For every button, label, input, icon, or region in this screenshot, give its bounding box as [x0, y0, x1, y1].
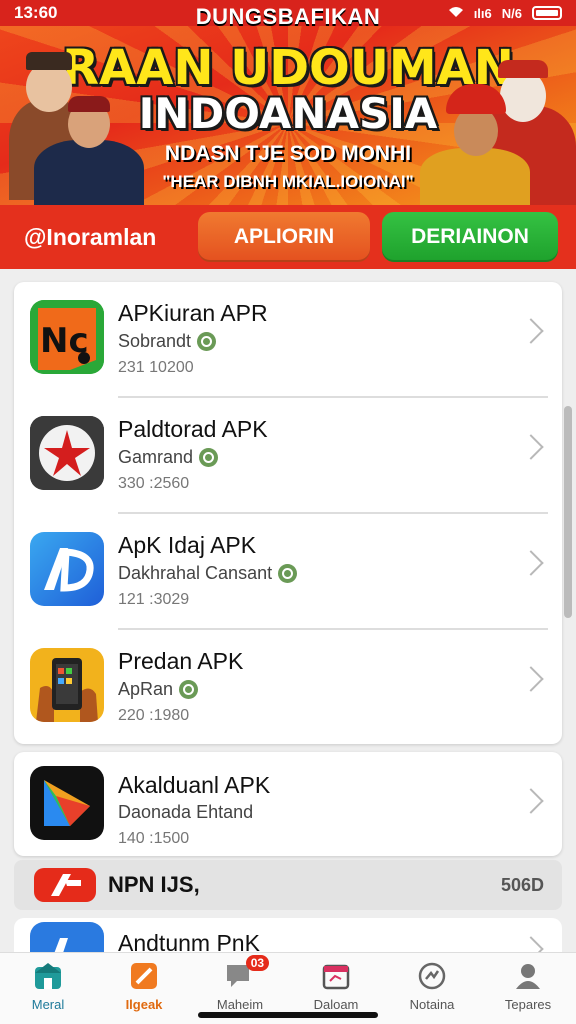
calendar-icon	[321, 961, 351, 991]
nav-label: Tepares	[504, 997, 552, 1012]
home-icon	[33, 961, 63, 991]
app-name: Akalduanl APK	[118, 772, 271, 798]
verified-icon	[199, 448, 219, 467]
app-list: Nc APKiuran APR Sobrandt 231 10200 Paldt…	[14, 282, 562, 744]
nc-logo-icon: Nc	[30, 300, 104, 374]
section-header[interactable]: NPN IJS, 506D	[14, 860, 562, 910]
app-developer: Daonada Ehtand	[118, 802, 253, 823]
verified-icon	[278, 564, 298, 583]
app-download-count: 220 :1980	[118, 707, 190, 724]
list-item[interactable]: Nc APKiuran APR Sobrandt 231 10200	[14, 282, 562, 398]
app-list-card-2: Akalduanl APK Daonada Ehtand 140 :1500	[14, 752, 562, 856]
notification-badge: 03	[245, 955, 270, 971]
nav-label: Daloam	[313, 997, 359, 1012]
scrollbar[interactable]	[564, 406, 572, 618]
chevron-right-icon	[518, 550, 544, 576]
brand-handle[interactable]: @Inoramlan	[10, 224, 186, 251]
app-developer: Dakhrahal Cansant	[118, 563, 298, 584]
developer-name: Gamrand	[118, 447, 194, 467]
banner-top-text: DUNGSBAFIKAN	[195, 4, 381, 29]
phone-hand-icon	[30, 648, 104, 722]
nav-label: Ilgeak	[125, 997, 163, 1012]
list-item[interactable]: Paldtorad APK Gamrand 330 :2560	[14, 398, 562, 514]
figure-right-2	[420, 84, 530, 205]
app-developer: Sobrandt	[118, 331, 217, 352]
tab-aplication-button[interactable]: APLIORIN	[198, 212, 370, 262]
app-developer: ApRan	[118, 679, 199, 700]
ab-logo-icon	[30, 532, 104, 606]
triangle-logo-icon	[30, 766, 104, 840]
developer-name: Daonada Ehtand	[118, 802, 254, 822]
app-name: Predan APK	[118, 648, 244, 674]
app-name: APKiuran APR	[118, 300, 268, 326]
section-right-value: 506D	[500, 874, 544, 895]
developer-name: Sobrandt	[118, 331, 192, 351]
list-item[interactable]: ApK Idaj APK Dakhrahal Cansant 121 :3029	[14, 514, 562, 630]
figure-left-2	[34, 96, 144, 205]
app-download-count: 231 10200	[118, 359, 194, 376]
tab-download-button[interactable]: DERIAINON	[382, 212, 558, 262]
promo-banner[interactable]: DUNGSBAFIKAN RAAN UDOUMAN INDOANASIA NDA…	[0, 0, 576, 205]
nav-item-activity[interactable]: Notaina	[384, 953, 480, 1024]
developer-name: ApRan	[118, 679, 174, 699]
profile-icon	[513, 961, 543, 991]
red-star-icon	[30, 416, 104, 490]
developer-name: Dakhrahal Cansant	[118, 563, 273, 583]
section-logo-icon	[34, 868, 96, 902]
app-developer: Gamrand	[118, 447, 219, 468]
section-title: NPN IJS,	[108, 872, 200, 897]
verified-icon	[197, 332, 217, 351]
nav-label: Meral	[31, 997, 65, 1012]
activity-icon	[417, 961, 447, 991]
list-item[interactable]: Predan APK ApRan 220 :1980	[14, 630, 562, 744]
chevron-right-icon	[518, 666, 544, 692]
app-download-count: 330 :2560	[118, 475, 190, 492]
app-name: Paldtorad APK	[118, 416, 268, 442]
chevron-right-icon	[518, 318, 544, 344]
chevron-right-icon	[518, 434, 544, 460]
nav-item-home[interactable]: Meral	[0, 953, 96, 1024]
verified-icon	[179, 680, 199, 699]
tag-icon	[129, 961, 159, 991]
app-download-count: 121 :3029	[118, 591, 190, 608]
app-name: ApK Idaj APK	[118, 532, 257, 558]
nav-label: Maheim	[216, 997, 264, 1012]
chevron-right-icon	[518, 788, 544, 814]
nav-label: Notaina	[409, 997, 455, 1012]
category-tab-bar: @Inoramlan APLIORIN DERIAINON	[0, 205, 576, 269]
nav-item-tag[interactable]: Ilgeak	[96, 953, 192, 1024]
app-download-count: 140 :1500	[118, 830, 190, 847]
home-indicator[interactable]	[198, 1012, 378, 1018]
nav-item-profile[interactable]: Tepares	[480, 953, 576, 1024]
list-item[interactable]: Akalduanl APK Daonada Ehtand 140 :1500	[14, 752, 562, 856]
